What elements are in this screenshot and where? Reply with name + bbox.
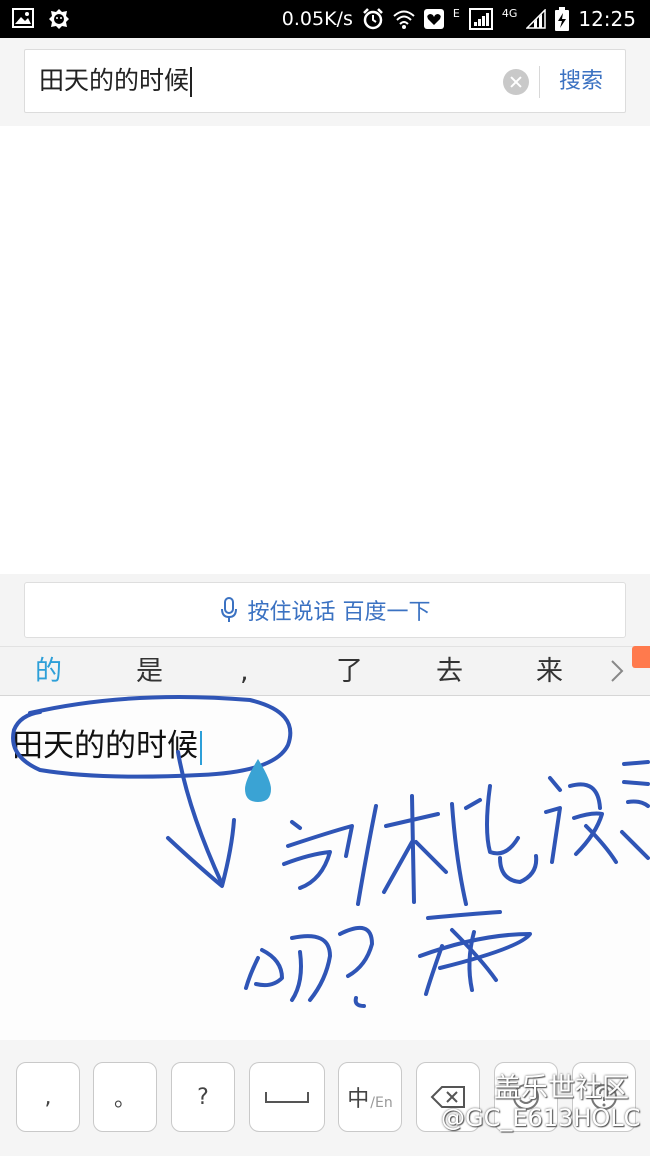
space-icon [265,1092,309,1103]
watermark-user: @GC_E613HOLC [441,1104,641,1132]
period-key[interactable]: 。 [93,1062,157,1132]
space-key[interactable] [249,1062,325,1132]
language-sub: /En [370,1095,393,1111]
cursor-handle[interactable] [241,758,275,804]
comma-key[interactable]: , [16,1062,80,1132]
language-main: 中 [347,1087,370,1112]
ink-annotation [11,695,650,1008]
language-switch-key[interactable]: 中/En [338,1062,402,1132]
question-key[interactable]: ? [171,1062,235,1132]
watermark-site: 盖乐世社区 [494,1073,629,1104]
